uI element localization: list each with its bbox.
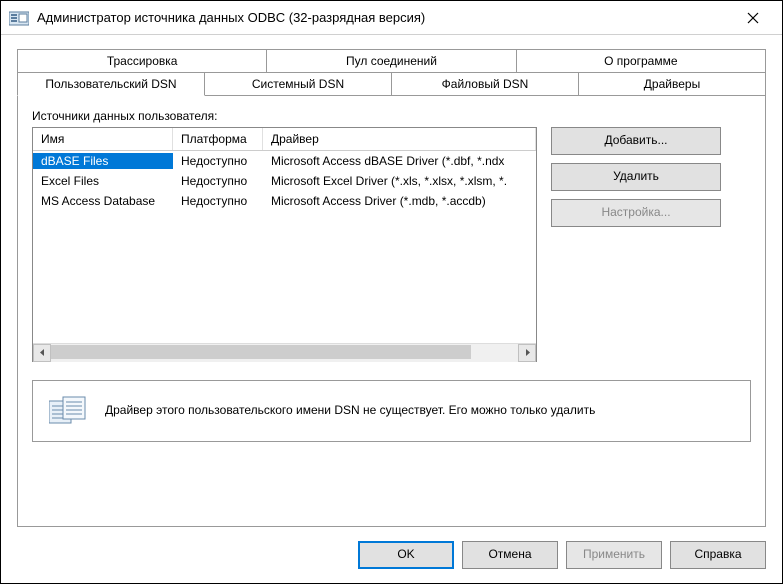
- tab-panel: Источники данных пользователя: Имя Платф…: [17, 95, 766, 527]
- list-row[interactable]: dBASE Files Недоступно Microsoft Access …: [33, 151, 536, 171]
- col-header-name[interactable]: Имя: [33, 128, 173, 150]
- remove-button[interactable]: Удалить: [551, 163, 721, 191]
- close-button[interactable]: [730, 3, 776, 33]
- cell-platform: Недоступно: [173, 193, 263, 209]
- apply-button: Применить: [566, 541, 662, 569]
- tab-system-dsn[interactable]: Системный DSN: [205, 72, 392, 96]
- main-row: Имя Платформа Драйвер dBASE Files Недост…: [32, 127, 751, 362]
- odbc-admin-window: Администратор источника данных ODBC (32-…: [0, 0, 783, 584]
- titlebar: Администратор источника данных ODBC (32-…: [1, 1, 782, 35]
- tab-drivers[interactable]: Драйверы: [579, 72, 766, 96]
- cell-platform: Недоступно: [173, 153, 263, 169]
- tab-about[interactable]: О программе: [517, 49, 766, 72]
- list-body: dBASE Files Недоступно Microsoft Access …: [33, 151, 536, 343]
- cell-name: dBASE Files: [33, 153, 173, 169]
- cell-driver: Microsoft Excel Driver (*.xls, *.xlsx, *…: [263, 173, 536, 189]
- scroll-thumb[interactable]: [51, 345, 471, 359]
- list-row[interactable]: Excel Files Недоступно Microsoft Excel D…: [33, 171, 536, 191]
- col-header-platform[interactable]: Платформа: [173, 128, 263, 150]
- tab-row-bottom: Пользовательский DSN Системный DSN Файло…: [17, 72, 766, 96]
- scroll-right-arrow[interactable]: [518, 344, 536, 362]
- list-row[interactable]: MS Access Database Недоступно Microsoft …: [33, 191, 536, 211]
- horizontal-scrollbar[interactable]: [33, 343, 536, 361]
- datasource-icon: [49, 395, 87, 427]
- list-header: Имя Платформа Драйвер: [33, 128, 536, 151]
- cell-name: MS Access Database: [33, 193, 173, 209]
- tab-pool[interactable]: Пул соединений: [267, 49, 516, 72]
- cell-driver: Microsoft Access Driver (*.mdb, *.accdb): [263, 193, 536, 209]
- list-label: Источники данных пользователя:: [32, 109, 751, 123]
- app-icon: [9, 10, 29, 26]
- side-buttons: Добавить... Удалить Настройка...: [551, 127, 721, 362]
- dialog-buttons: OK Отмена Применить Справка: [17, 541, 766, 569]
- dsn-list[interactable]: Имя Платформа Драйвер dBASE Files Недост…: [32, 127, 537, 362]
- configure-button: Настройка...: [551, 199, 721, 227]
- tab-file-dsn[interactable]: Файловый DSN: [392, 72, 579, 96]
- cell-driver: Microsoft Access dBASE Driver (*.dbf, *.…: [263, 153, 536, 169]
- cell-platform: Недоступно: [173, 173, 263, 189]
- scroll-track[interactable]: [51, 344, 518, 362]
- tab-trace[interactable]: Трассировка: [17, 49, 267, 72]
- scroll-left-arrow[interactable]: [33, 344, 51, 362]
- tab-user-dsn[interactable]: Пользовательский DSN: [17, 72, 205, 96]
- cancel-button[interactable]: Отмена: [462, 541, 558, 569]
- window-title: Администратор источника данных ODBC (32-…: [37, 10, 730, 25]
- dialog-content: Трассировка Пул соединений О программе П…: [1, 35, 782, 583]
- tab-row-top: Трассировка Пул соединений О программе: [17, 49, 766, 72]
- col-header-driver[interactable]: Драйвер: [263, 128, 536, 150]
- info-text: Драйвер этого пользовательского имени DS…: [105, 403, 595, 419]
- ok-button[interactable]: OK: [358, 541, 454, 569]
- cell-name: Excel Files: [33, 173, 173, 189]
- add-button[interactable]: Добавить...: [551, 127, 721, 155]
- info-box: Драйвер этого пользовательского имени DS…: [32, 380, 751, 442]
- help-button[interactable]: Справка: [670, 541, 766, 569]
